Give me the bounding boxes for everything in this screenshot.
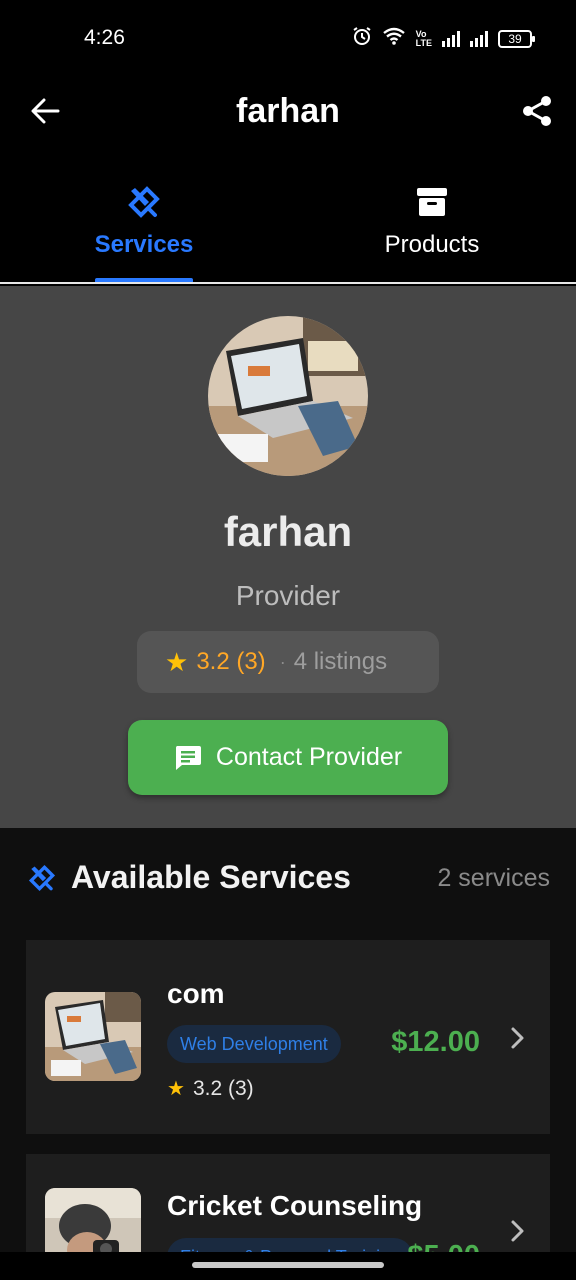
tab-products-label: Products <box>384 231 480 258</box>
service-rating: ★ 3.2 (3) <box>167 1076 254 1101</box>
service-price: $12.00 <box>391 1026 480 1058</box>
category-chip: Web Development <box>167 1025 341 1063</box>
tools-icon <box>28 864 56 892</box>
tools-icon <box>0 185 288 221</box>
service-title: com <box>167 978 225 1009</box>
service-title: Cricket Counseling <box>167 1190 423 1221</box>
provider-name: farhan <box>223 508 353 555</box>
app-bar: farhan <box>0 78 576 146</box>
rating-separator: · <box>279 651 286 672</box>
archive-box-icon <box>288 185 576 221</box>
volte-icon: Vo LTE <box>415 28 432 48</box>
contact-provider-label: Contact Provider <box>215 743 403 771</box>
section-title: Available Services <box>71 859 351 895</box>
tab-services[interactable]: Services <box>0 175 288 282</box>
tab-products[interactable]: Products <box>288 175 576 282</box>
tab-services-label: Services <box>94 231 194 258</box>
tab-active-indicator <box>95 278 193 282</box>
signal-icon-1 <box>442 30 460 47</box>
rating-value: 3.2 (3) <box>196 648 266 675</box>
wifi-icon <box>382 27 406 50</box>
share-icon <box>523 96 551 126</box>
service-card[interactable]: Cricket Counseling Fitness & Personal Tr… <box>26 1154 550 1264</box>
listings-count: 4 listings <box>293 648 388 675</box>
status-bar: 4:26 Vo LTE 39 <box>0 0 576 78</box>
gesture-handle[interactable] <box>192 1262 384 1268</box>
tab-bar: Services Products <box>0 175 576 284</box>
service-rating-value: 3.2 (3) <box>192 1076 254 1100</box>
signal-icon-2 <box>470 30 488 47</box>
rating-summary: ★ 3.2 (3) · 4 listings <box>137 631 439 693</box>
contact-provider-button[interactable]: Contact Provider <box>128 720 448 795</box>
provider-role: Provider <box>235 580 341 611</box>
services-section: Available Services 2 services com Web De… <box>0 828 576 1280</box>
services-count: 2 services <box>437 864 550 892</box>
chevron-right-icon <box>508 1024 528 1052</box>
status-icons: Vo LTE 39 <box>352 26 535 51</box>
star-icon: ★ <box>167 1078 185 1100</box>
share-button[interactable] <box>520 94 554 128</box>
service-card[interactable]: com Web Development $12.00 ★ 3.2 (3) <box>26 940 550 1134</box>
message-icon <box>175 745 201 770</box>
service-thumbnail <box>45 992 141 1081</box>
app-title: farhan <box>236 92 340 130</box>
profile-header: farhan Provider ★ 3.2 (3) · 4 listings C… <box>0 286 576 828</box>
battery-icon: 39 <box>498 29 535 48</box>
chevron-right-icon <box>508 1217 528 1245</box>
avatar <box>208 316 368 476</box>
status-time: 4:26 <box>84 26 125 49</box>
alarm-icon <box>352 26 372 51</box>
star-icon: ★ <box>165 646 189 677</box>
